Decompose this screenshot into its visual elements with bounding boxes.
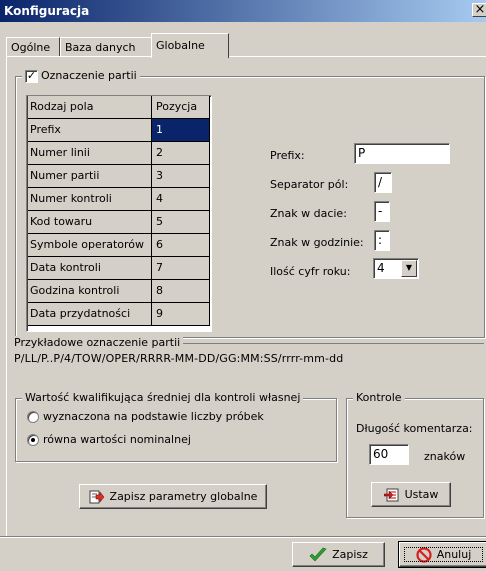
- grid-row[interactable]: Symbole operatorów 6: [28, 234, 211, 257]
- grid-cell-position[interactable]: 1: [152, 119, 210, 142]
- title-bar: Konfiguracja ×: [0, 0, 486, 22]
- save-global-params-content: Zapisz parametry globalne: [80, 485, 266, 508]
- grid-row[interactable]: Numer kontroli 4: [28, 188, 211, 211]
- grid-cell-field[interactable]: Data kontroli: [28, 257, 152, 280]
- save-button-label: Zapisz: [332, 548, 368, 561]
- grid-row[interactable]: Kod towaru 5: [28, 211, 211, 234]
- comment-length-input[interactable]: 60: [369, 444, 409, 465]
- window-title: Konfiguracja: [4, 4, 90, 18]
- time-sign-label: Znak w godzinie:: [270, 236, 364, 249]
- save-global-params-button[interactable]: Zapisz parametry globalne: [79, 484, 267, 509]
- tab-label: Baza danych: [65, 41, 136, 54]
- grid-cell-position[interactable]: 2: [152, 142, 210, 165]
- grid-cell-position[interactable]: 4: [152, 188, 210, 211]
- qualifier-option-nominal[interactable]: równa wartości nominalnej: [27, 433, 191, 446]
- grid-cell-field[interactable]: Numer partii: [28, 165, 152, 188]
- cancel-icon: [416, 546, 432, 563]
- separator-input[interactable]: /: [374, 172, 392, 193]
- separator-label: Separator pól:: [270, 178, 349, 191]
- tab-ogolne[interactable]: Ogólne: [6, 37, 60, 57]
- batch-marking-checkbox[interactable]: ✓: [25, 68, 38, 83]
- set-button[interactable]: Ustaw: [371, 482, 451, 507]
- set-button-label: Ustaw: [404, 488, 439, 501]
- grid-cell-position[interactable]: 9: [152, 303, 210, 326]
- tab-label: Ogólne: [11, 41, 51, 54]
- set-icon: [383, 488, 399, 501]
- radio-button[interactable]: [27, 411, 39, 423]
- controls-legend: Kontrole: [353, 391, 405, 404]
- save-params-icon: [89, 490, 104, 503]
- save-global-params-label: Zapisz parametry globalne: [109, 490, 258, 503]
- prefix-label: Prefix:: [270, 149, 305, 162]
- date-sign-label: Znak w dacie:: [270, 207, 347, 220]
- grid-cell-field[interactable]: Kod towaru: [28, 211, 152, 234]
- tab-baza-danych[interactable]: Baza danych: [60, 37, 152, 57]
- grid-row[interactable]: Data kontroli 7: [28, 257, 211, 280]
- radio-label: wyznaczona na podstawie liczby próbek: [43, 410, 264, 423]
- example-label: Przykładowe oznaczenie partii: [14, 336, 184, 349]
- chevron-down-icon[interactable]: ▼: [401, 260, 417, 277]
- year-digits-label: Ilość cyfr roku:: [270, 265, 351, 278]
- grid-cell-field[interactable]: Numer linii: [28, 142, 152, 165]
- save-button-content: Zapisz: [293, 543, 384, 566]
- cancel-button-label: Anuluj: [436, 548, 472, 561]
- time-sign-input[interactable]: :: [374, 230, 390, 251]
- grid-cell-position[interactable]: 3: [152, 165, 210, 188]
- grid-cell-field[interactable]: Data przydatności: [28, 303, 152, 326]
- grid-row[interactable]: Prefix 1: [28, 119, 211, 142]
- year-digits-select[interactable]: 4 ▼: [373, 258, 419, 279]
- radio-dot-icon: [31, 438, 35, 442]
- cancel-button-content: Anuluj: [400, 543, 486, 566]
- comment-length-unit: znaków: [424, 450, 466, 463]
- radio-label: równa wartości nominalnej: [43, 433, 191, 446]
- example-value: P/LL/P..P/4/TOW/OPER/RRRR-MM-DD/GG:MM:SS…: [14, 352, 344, 365]
- grid-cell-position[interactable]: 7: [152, 257, 210, 280]
- grid-cell-field[interactable]: Symbole operatorów: [28, 234, 152, 257]
- grid-cell-position[interactable]: 5: [152, 211, 210, 234]
- grid-row[interactable]: Data przydatności 9: [28, 303, 211, 326]
- grid-header-row: Rodzaj pola Pozycja: [28, 96, 211, 119]
- tab-globalne[interactable]: Globalne: [151, 33, 229, 58]
- field-order-grid[interactable]: Rodzaj pola Pozycja Prefix 1 Numer linii…: [26, 95, 212, 332]
- tab-label: Globalne: [156, 39, 205, 52]
- cancel-button[interactable]: Anuluj: [398, 541, 486, 568]
- grid-header-field-type[interactable]: Rodzaj pola: [28, 96, 152, 119]
- grid-header-position[interactable]: Pozycja: [152, 96, 210, 119]
- grid-cell-field[interactable]: Godzina kontroli: [28, 280, 152, 303]
- grid-row[interactable]: Godzina kontroli 8: [28, 280, 211, 303]
- grid-row[interactable]: Numer partii 3: [28, 165, 211, 188]
- batch-marking-checkbox-row[interactable]: ✓ Oznaczenie partii: [22, 69, 140, 83]
- close-icon: ×: [474, 2, 486, 17]
- radio-button[interactable]: [27, 434, 39, 446]
- set-button-content: Ustaw: [372, 483, 450, 506]
- batch-marking-label: Oznaczenie partii: [41, 69, 137, 82]
- prefix-input[interactable]: P: [354, 143, 450, 164]
- checkmark-icon: [309, 547, 327, 561]
- comment-length-label: Długość komentarza:: [356, 422, 473, 435]
- check-mark-icon: ✓: [26, 68, 37, 82]
- qualifier-option-samples[interactable]: wyznaczona na podstawie liczby próbek: [27, 410, 264, 423]
- save-button[interactable]: Zapisz: [292, 542, 385, 567]
- qualifier-group: Wartość kwalifikująca średniej dla kontr…: [15, 391, 337, 462]
- grid-row[interactable]: Numer linii 2: [28, 142, 211, 165]
- year-digits-value: 4: [377, 261, 385, 275]
- qualifier-legend: Wartość kwalifikująca średniej dla kontr…: [22, 391, 304, 404]
- footer-separator: [0, 536, 486, 538]
- date-sign-input[interactable]: -: [374, 201, 390, 222]
- close-button[interactable]: ×: [472, 3, 486, 17]
- grid-cell-position[interactable]: 6: [152, 234, 210, 257]
- grid-cell-field[interactable]: Numer kontroli: [28, 188, 152, 211]
- grid-cell-field[interactable]: Prefix: [28, 119, 152, 142]
- grid-cell-position[interactable]: 8: [152, 280, 210, 303]
